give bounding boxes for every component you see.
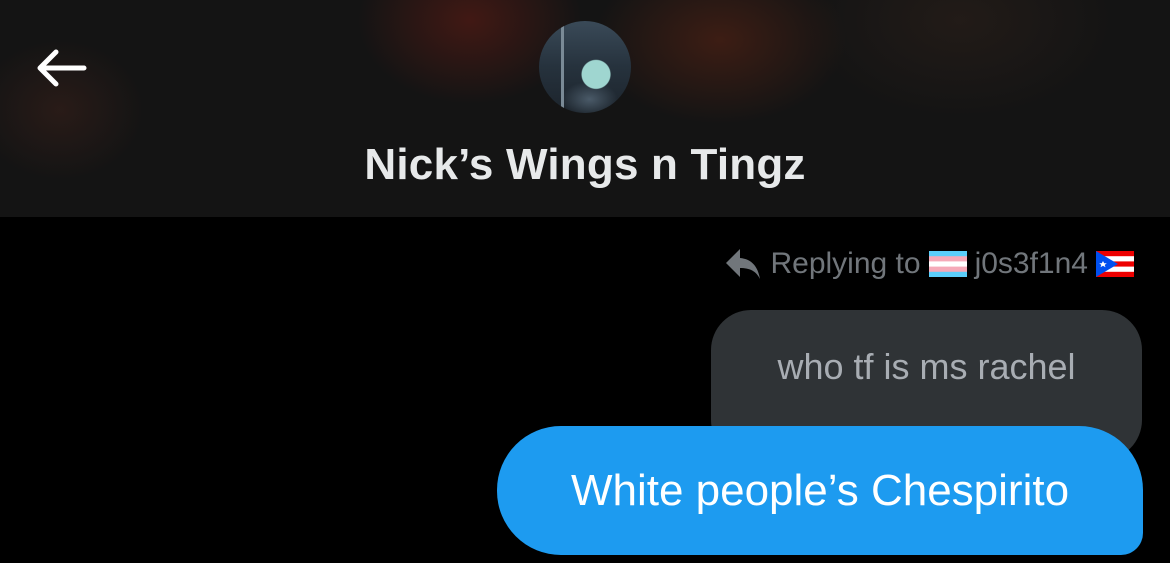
conversation-header: Nick’s Wings n Tingz [0, 0, 1170, 217]
avatar-detail [561, 21, 564, 113]
reply-arrow-icon [726, 249, 761, 279]
outgoing-message-bubble[interactable]: White people’s Chespirito [497, 426, 1143, 555]
conversation-title[interactable]: Nick’s Wings n Tingz [0, 140, 1170, 190]
trans-flag-icon [928, 251, 967, 277]
puerto-rico-flag-icon [1096, 251, 1134, 277]
arrow-left-icon [37, 49, 87, 87]
reply-username[interactable]: j0s3f1n4 [975, 247, 1088, 281]
replying-to-line: Replying to j0s3f1n4 [724, 244, 1134, 284]
incoming-message-text: who tf is ms rachel [777, 346, 1076, 387]
replying-to-label: Replying to [770, 247, 921, 280]
outgoing-message-text: White people’s Chespirito [570, 466, 1070, 515]
back-button[interactable] [30, 42, 90, 94]
profile-avatar[interactable] [539, 21, 631, 113]
